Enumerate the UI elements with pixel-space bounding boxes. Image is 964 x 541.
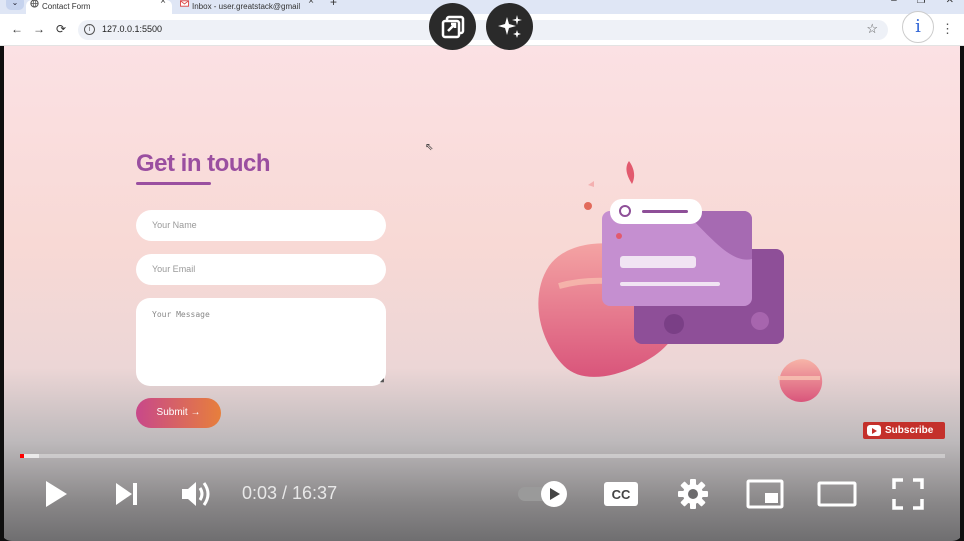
tab-title: Inbox - user.greatstack@gmail [192, 2, 301, 11]
share-button[interactable] [429, 3, 476, 50]
window-controls: – ❐ ✕ [891, 0, 954, 6]
submit-button[interactable]: Submit → [136, 398, 221, 428]
next-icon [116, 483, 137, 505]
info-button[interactable]: i [902, 11, 934, 43]
globe-icon [30, 0, 39, 8]
resize-handle-icon[interactable]: ◢ [380, 376, 384, 384]
back-button[interactable]: ← [10, 22, 24, 36]
time-display: 0:03 / 16:37 [242, 483, 338, 503]
bookmark-star-icon[interactable]: ☆ [866, 21, 878, 37]
tab-inbox[interactable]: Inbox - user.greatstack@gmail × [176, 0, 320, 14]
message-textarea[interactable]: Your Message ◢ [136, 298, 386, 386]
mute-button[interactable] [178, 476, 214, 512]
theater-icon [817, 481, 857, 507]
ai-button[interactable] [486, 3, 533, 50]
share-icon [441, 15, 464, 38]
miniplayer-button[interactable] [745, 476, 785, 512]
autoplay-toggle-icon [518, 481, 567, 507]
screen: ⌄ Contact Form × Inbox - user.greatstack… [0, 0, 964, 541]
next-button[interactable] [108, 476, 144, 512]
tab-close-icon[interactable]: × [160, 0, 166, 7]
maximize-button[interactable]: ❐ [917, 0, 926, 6]
arrow-right-icon: → [190, 407, 201, 418]
tab-bar: ⌄ Contact Form × Inbox - user.greatstack… [0, 0, 964, 14]
tab-list-button[interactable]: ⌄ [6, 0, 24, 10]
name-input[interactable]: Your Name [136, 210, 386, 241]
browser-menu-icon[interactable]: ⋮ [941, 21, 954, 37]
site-info-icon[interactable]: i [84, 24, 95, 35]
close-window-button[interactable]: ✕ [946, 0, 954, 6]
autoplay-toggle[interactable] [516, 476, 570, 512]
url-text: 127.0.0.1:5500 [102, 24, 163, 34]
subscribe-label: Subscribe [885, 425, 934, 436]
title-underline [136, 182, 211, 185]
reload-button[interactable]: ⟳ [54, 22, 68, 36]
subscribe-button[interactable]: Subscribe [863, 422, 945, 439]
play-icon [46, 481, 67, 507]
fullscreen-icon [892, 478, 924, 510]
message-placeholder: Your Message [152, 310, 210, 319]
minimize-button[interactable]: – [891, 0, 897, 6]
browser-toolbar: ← → ⟳ i 127.0.0.1:5500 ☆ ⋮ [0, 14, 964, 46]
captions-icon: CC [604, 482, 638, 506]
new-tab-button[interactable]: + [330, 0, 337, 9]
volume-icon [182, 482, 210, 506]
submit-label: Submit [156, 407, 188, 418]
progress-bar[interactable] [20, 454, 945, 458]
miniplayer-icon [746, 479, 784, 509]
page-title: Get in touch [136, 150, 271, 177]
progress-played [20, 454, 24, 458]
svg-text:CC: CC [612, 487, 631, 502]
youtube-logo-icon [867, 425, 881, 436]
play-button[interactable] [38, 476, 74, 512]
ai-sparkle-icon [497, 14, 522, 38]
tab-close-icon[interactable]: × [308, 0, 314, 7]
settings-button[interactable] [675, 476, 711, 512]
contact-page: Get in touch Your Name Your Email Your M… [4, 46, 960, 541]
forward-button[interactable]: → [32, 22, 46, 36]
gmail-icon [180, 0, 189, 8]
theater-mode-button[interactable] [816, 476, 858, 512]
tab-title: Contact Form [42, 2, 91, 11]
captions-button[interactable]: CC [602, 476, 640, 512]
email-input[interactable]: Your Email [136, 254, 386, 285]
address-bar[interactable]: i 127.0.0.1:5500 ☆ [78, 20, 888, 40]
tab-contact-form[interactable]: Contact Form × [26, 0, 172, 14]
fullscreen-button[interactable] [890, 476, 926, 512]
settings-icon [678, 479, 708, 509]
contact-illustration [538, 161, 823, 403]
mouse-cursor-icon: ⇖ [425, 142, 434, 153]
